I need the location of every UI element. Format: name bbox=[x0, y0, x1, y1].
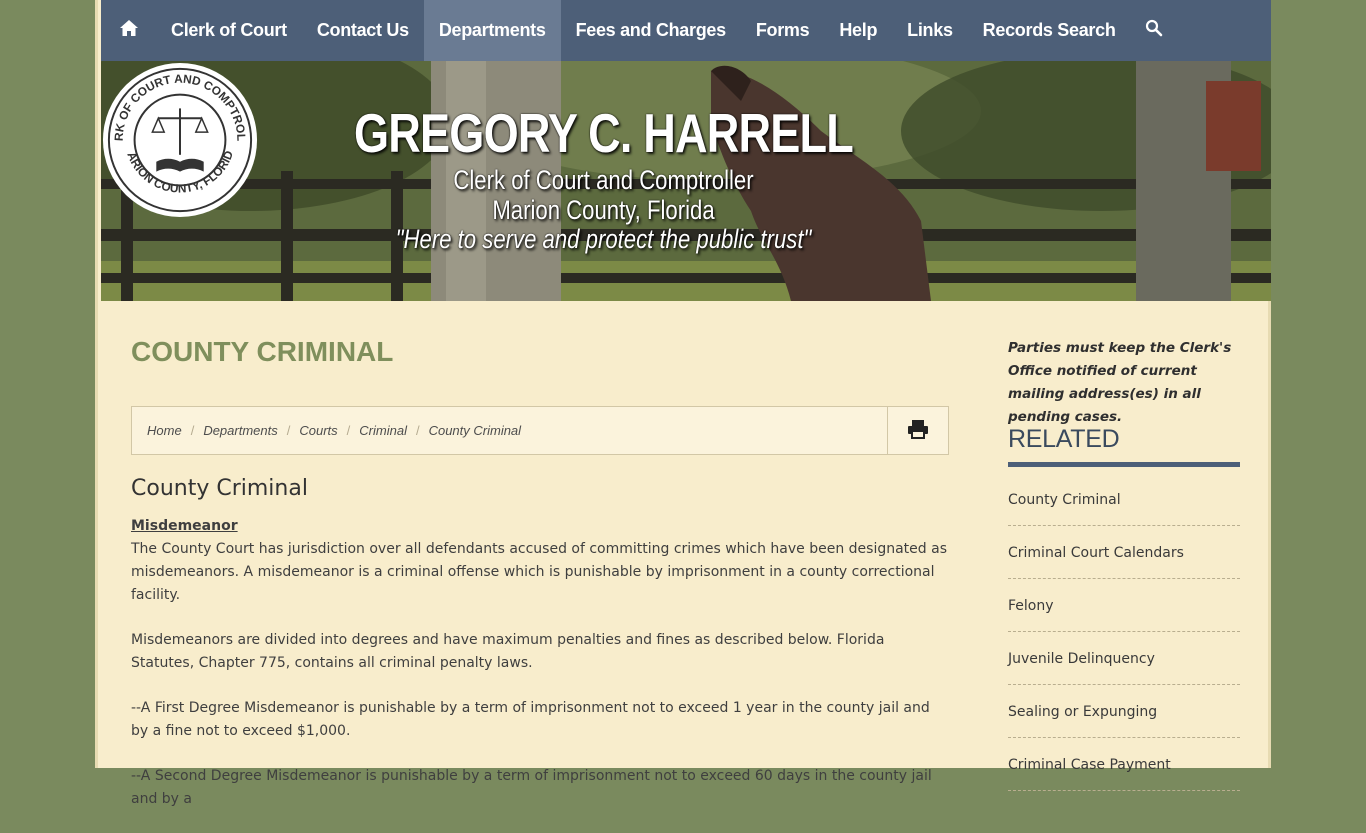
home-icon bbox=[119, 19, 139, 42]
banner-name: GREGORY C. HARRELL bbox=[354, 102, 854, 164]
article-heading: County Criminal bbox=[131, 476, 308, 501]
nav-contact-us[interactable]: Contact Us bbox=[302, 0, 424, 61]
main-nav: Clerk of Court Contact Us Departments Fe… bbox=[101, 0, 1271, 61]
paragraph: The County Court has jurisdiction over a… bbox=[131, 541, 947, 603]
breadcrumb-county-criminal: County Criminal bbox=[428, 423, 522, 438]
nav-records-search[interactable]: Records Search bbox=[968, 0, 1131, 61]
nav-home[interactable] bbox=[101, 0, 156, 61]
clerk-seal-logo: CLERK OF COURT AND COMPTROLLER MARION CO… bbox=[101, 61, 258, 218]
related-link-felony[interactable]: Felony bbox=[1008, 579, 1240, 632]
nav-clerk-of-court[interactable]: Clerk of Court bbox=[156, 0, 302, 61]
nav-departments[interactable]: Departments bbox=[423, 0, 561, 61]
banner-tagline: "Here to serve and protect the public tr… bbox=[395, 224, 812, 254]
paragraph: Misdemeanors are divided into degrees an… bbox=[131, 632, 885, 671]
related-links: County Criminal Criminal Court Calendars… bbox=[1008, 473, 1240, 791]
breadcrumb-separator: / bbox=[190, 423, 195, 438]
breadcrumb-separator: / bbox=[415, 423, 420, 438]
header-banner: GREGORY C. HARRELL Clerk of Court and Co… bbox=[101, 61, 1271, 301]
breadcrumb-departments[interactable]: Departments bbox=[203, 423, 277, 438]
related-link-juvenile-delinquency[interactable]: Juvenile Delinquency bbox=[1008, 632, 1240, 685]
breadcrumb-criminal[interactable]: Criminal bbox=[359, 423, 407, 438]
paragraph: --A First Degree Misdemeanor is punishab… bbox=[131, 700, 930, 739]
banner-office: Clerk of Court and Comptroller bbox=[453, 165, 754, 195]
related-heading: RELATED bbox=[1008, 425, 1240, 467]
nav-search[interactable] bbox=[1131, 0, 1177, 61]
related-link-criminal-case-payment[interactable]: Criminal Case Payment bbox=[1008, 738, 1240, 791]
nav-forms[interactable]: Forms bbox=[741, 0, 825, 61]
breadcrumb-home[interactable]: Home bbox=[147, 423, 182, 438]
section-label: Misdemeanor bbox=[131, 518, 238, 534]
mailing-address-notice: Parties must keep the Clerk's Office not… bbox=[1008, 340, 1232, 425]
nav-links[interactable]: Links bbox=[892, 0, 968, 61]
nav-fees-and-charges[interactable]: Fees and Charges bbox=[561, 0, 741, 61]
breadcrumb-courts[interactable]: Courts bbox=[299, 423, 337, 438]
related-link-sealing-or-expunging[interactable]: Sealing or Expunging bbox=[1008, 685, 1240, 738]
breadcrumb-separator: / bbox=[346, 423, 351, 438]
print-icon bbox=[907, 419, 929, 443]
page-title: COUNTY CRIMINAL bbox=[131, 336, 394, 367]
related-link-criminal-court-calendars[interactable]: Criminal Court Calendars bbox=[1008, 526, 1240, 579]
article-body: Misdemeanor The County Court has jurisdi… bbox=[131, 515, 949, 833]
print-button[interactable] bbox=[887, 407, 948, 454]
breadcrumb-bar: Home / Departments / Courts / Criminal /… bbox=[131, 406, 949, 455]
banner-county: Marion County, Florida bbox=[492, 195, 715, 225]
related-link-county-criminal[interactable]: County Criminal bbox=[1008, 473, 1240, 526]
page-container: Clerk of Court Contact Us Departments Fe… bbox=[95, 0, 1271, 807]
nav-help[interactable]: Help bbox=[824, 0, 892, 61]
breadcrumb-separator: / bbox=[286, 423, 291, 438]
paragraph: --A Second Degree Misdemeanor is punisha… bbox=[131, 768, 932, 807]
search-icon bbox=[1145, 19, 1163, 42]
breadcrumb: Home / Departments / Courts / Criminal /… bbox=[147, 423, 521, 438]
